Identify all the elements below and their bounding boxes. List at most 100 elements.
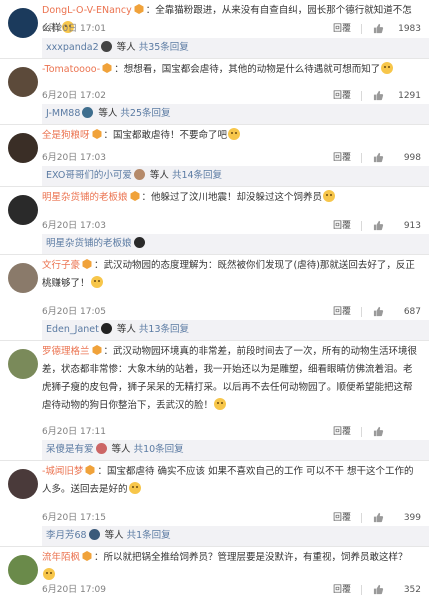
like-button[interactable]: 352	[369, 583, 421, 597]
member-badge-icon	[101, 62, 113, 74]
reply-author-link[interactable]: 呆傻是有爱	[46, 444, 94, 455]
like-button[interactable]: 1291	[369, 89, 421, 103]
comment-meta: 6月20日 17:11 回覆	[42, 425, 421, 439]
emoji-icon	[214, 398, 227, 410]
reply-button[interactable]: 回覆	[333, 151, 351, 165]
like-count: 687	[403, 307, 421, 317]
reply-avatar	[100, 41, 112, 52]
reply-button[interactable]: 回覆	[333, 22, 351, 36]
reply-author-link[interactable]: xxxpanda2	[46, 42, 99, 53]
divider	[361, 513, 362, 523]
more-replies-row[interactable]: 明星杂货铺的老板娘	[42, 234, 429, 254]
avatar[interactable]	[8, 469, 38, 499]
comment-text: 全是狗粮呀 ：国宝都敢虐待！不要命了吧	[42, 127, 421, 145]
avatar[interactable]	[8, 555, 38, 585]
comment-author-link[interactable]: 罗德理格兰	[42, 346, 90, 357]
comment-item: 流年陌枫 ：所以就把锅全推给饲养员？管理层要是没默许，有重视，饲养员敢这样？ 6月2…	[0, 546, 429, 598]
member-badge-icon	[81, 258, 93, 270]
reply-avatar	[133, 237, 145, 248]
more-replies-row[interactable]: 呆傻是有爱 等人 共10条回复	[42, 440, 429, 460]
more-replies-row[interactable]: J-MM88 等人 共25条回复	[42, 104, 429, 124]
like-button[interactable]: 998	[369, 151, 421, 165]
like-count: 352	[403, 585, 421, 595]
comment-author-link[interactable]: 文行子豪	[42, 260, 80, 271]
emoji-icon	[43, 568, 55, 580]
reply-count-link[interactable]: 共1条回复	[127, 530, 171, 541]
member-badge-icon	[81, 550, 93, 562]
divider	[361, 153, 362, 163]
more-replies-row[interactable]: Eden_Janet 等人 共13条回复	[42, 320, 429, 340]
reply-button[interactable]: 回覆	[333, 425, 351, 439]
divider	[361, 221, 362, 231]
comment-time: 6月20日 17:03	[42, 221, 106, 231]
reply-button[interactable]: 回覆	[333, 511, 351, 525]
comment-text: 流年陌枫 ：所以就把锅全推给饲养员？管理层要是没默许，有重视，饲养员敢这样？	[42, 549, 421, 585]
reply-author-link[interactable]: 李月芳68	[46, 530, 87, 541]
thumbs-up-icon	[373, 306, 384, 317]
reply-count-link[interactable]: 共35条回复	[139, 42, 189, 53]
comment-author-link[interactable]: DongL-O-V-ENancy	[42, 5, 132, 16]
like-button[interactable]: 399	[369, 511, 421, 525]
reply-button[interactable]: 回覆	[333, 89, 351, 103]
avatar[interactable]	[8, 8, 38, 38]
reply-suffix: 等人	[95, 108, 121, 119]
comment-meta: 6月20日 17:03 回覆 998	[42, 151, 421, 165]
comment-author-link[interactable]: -Tomatoooo-	[42, 64, 100, 75]
thumbs-up-icon	[373, 152, 384, 163]
like-count: 913	[403, 221, 421, 231]
thumbs-up-icon	[373, 426, 384, 437]
like-count: 399	[403, 513, 421, 523]
like-count: 1291	[398, 91, 421, 101]
avatar[interactable]	[8, 67, 38, 97]
comment-meta: 6月20日 17:15 回覆 399	[42, 511, 421, 525]
member-badge-icon	[84, 464, 96, 476]
thumbs-up-icon	[373, 23, 384, 34]
comment-author-link[interactable]: -城闻旧梦	[42, 466, 83, 477]
avatar[interactable]	[8, 133, 38, 163]
avatar[interactable]	[8, 349, 38, 379]
reply-count-link[interactable]: 共13条回复	[139, 324, 189, 335]
comment-time: 6月20日 17:03	[42, 153, 106, 163]
more-replies-row[interactable]: 李月芳68 等人 共1条回复	[42, 526, 429, 546]
comment-text: 罗德理格兰 ：武汉动物园环境真的非常差，前段时间去了一次，所有的动物生活环境很差，…	[42, 343, 421, 415]
comment-text: 明星杂货铺的老板娘 ：他躲过了汶川地震！却没躲过这个饲养员	[42, 189, 421, 207]
member-badge-icon	[133, 3, 145, 15]
comment-meta: 6月20日 17:01 回覆 1983	[42, 22, 421, 36]
like-button[interactable]: 1983	[369, 22, 421, 36]
emoji-icon	[228, 128, 241, 140]
comment-text: -Tomatoooo- ：想想看，国宝都会虐待，其他的动物是什么待遇就可想而知了	[42, 61, 421, 79]
reply-button[interactable]: 回覆	[333, 583, 351, 597]
avatar[interactable]	[8, 195, 38, 225]
like-button[interactable]: 687	[369, 305, 421, 319]
more-replies-row[interactable]: xxxpanda2 等人 共35条回复	[42, 38, 429, 58]
comment-body: ：想想看，国宝都会虐待，其他的动物是什么待遇就可想而知了	[114, 64, 381, 75]
reply-author-link[interactable]: Eden_Janet	[46, 324, 99, 335]
thumbs-up-icon	[373, 90, 384, 101]
more-replies-row[interactable]: EXO哥哥们的小可爱 等人 共14条回复	[42, 166, 429, 186]
like-button[interactable]: 913	[369, 219, 421, 233]
reply-count-link[interactable]: 共25条回复	[120, 108, 170, 119]
reply-button[interactable]: 回覆	[333, 305, 351, 319]
reply-count-link[interactable]: 共14条回复	[172, 170, 222, 181]
comment-text: 文行子豪 ：武汉动物园的态度理解为：既然被你们发现了(虐待)那就送回去好了，反正桃…	[42, 257, 421, 293]
reply-button[interactable]: 回覆	[333, 219, 351, 233]
reply-count-link[interactable]: 共10条回复	[134, 444, 184, 455]
member-badge-icon	[91, 128, 103, 140]
reply-suffix: 等人	[146, 170, 172, 181]
comment-body: ：所以就把锅全推给饲养员？管理层要是没默许，有重视，饲养员敢这样？	[94, 552, 408, 563]
comment-author-link[interactable]: 明星杂货铺的老板娘	[42, 192, 128, 203]
comment-item: -城闻旧梦 ：国宝都虐待 确实不应该 如果不喜欢自己的工作 可以不干 想干这个工作…	[0, 460, 429, 526]
comment-author-link[interactable]: 流年陌枫	[42, 552, 80, 563]
comment-item: 文行子豪 ：武汉动物园的态度理解为：既然被你们发现了(虐待)那就送回去好了，反正桃…	[0, 254, 429, 320]
comment-author-link[interactable]: 全是狗粮呀	[42, 130, 90, 141]
comment-body: ：国宝都敢虐待！不要命了吧	[103, 130, 228, 141]
reply-author-link[interactable]: 明星杂货铺的老板娘	[46, 238, 132, 249]
emoji-icon	[323, 190, 336, 202]
reply-author-link[interactable]: EXO哥哥们的小可爱	[46, 170, 132, 181]
divider	[361, 585, 362, 595]
comment-text: -城闻旧梦 ：国宝都虐待 确实不应该 如果不喜欢自己的工作 可以不干 想干这个工作…	[42, 463, 421, 499]
reply-suffix: 等人	[101, 530, 127, 541]
avatar[interactable]	[8, 263, 38, 293]
comment-item: DongL-O-V-ENancy ：全靠猫粉跟进，从来没有自查自纠，园长那个德行就…	[0, 0, 429, 38]
reply-author-link[interactable]: J-MM88	[46, 108, 80, 119]
